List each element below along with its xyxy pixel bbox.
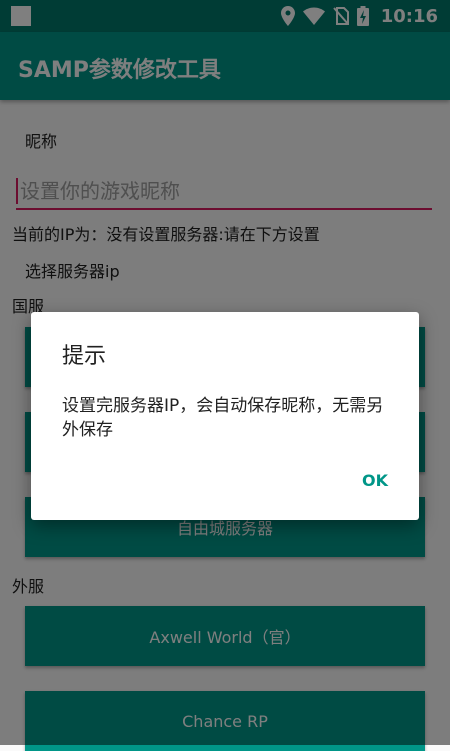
- tip-dialog: 提示 设置完服务器IP，会自动保存昵称，无需另外保存 OK: [31, 312, 419, 520]
- dialog-ok-button[interactable]: OK: [342, 462, 408, 498]
- dialog-title: 提示: [62, 344, 107, 369]
- dialog-message: 设置完服务器IP，会自动保存昵称，无需另外保存: [62, 396, 384, 440]
